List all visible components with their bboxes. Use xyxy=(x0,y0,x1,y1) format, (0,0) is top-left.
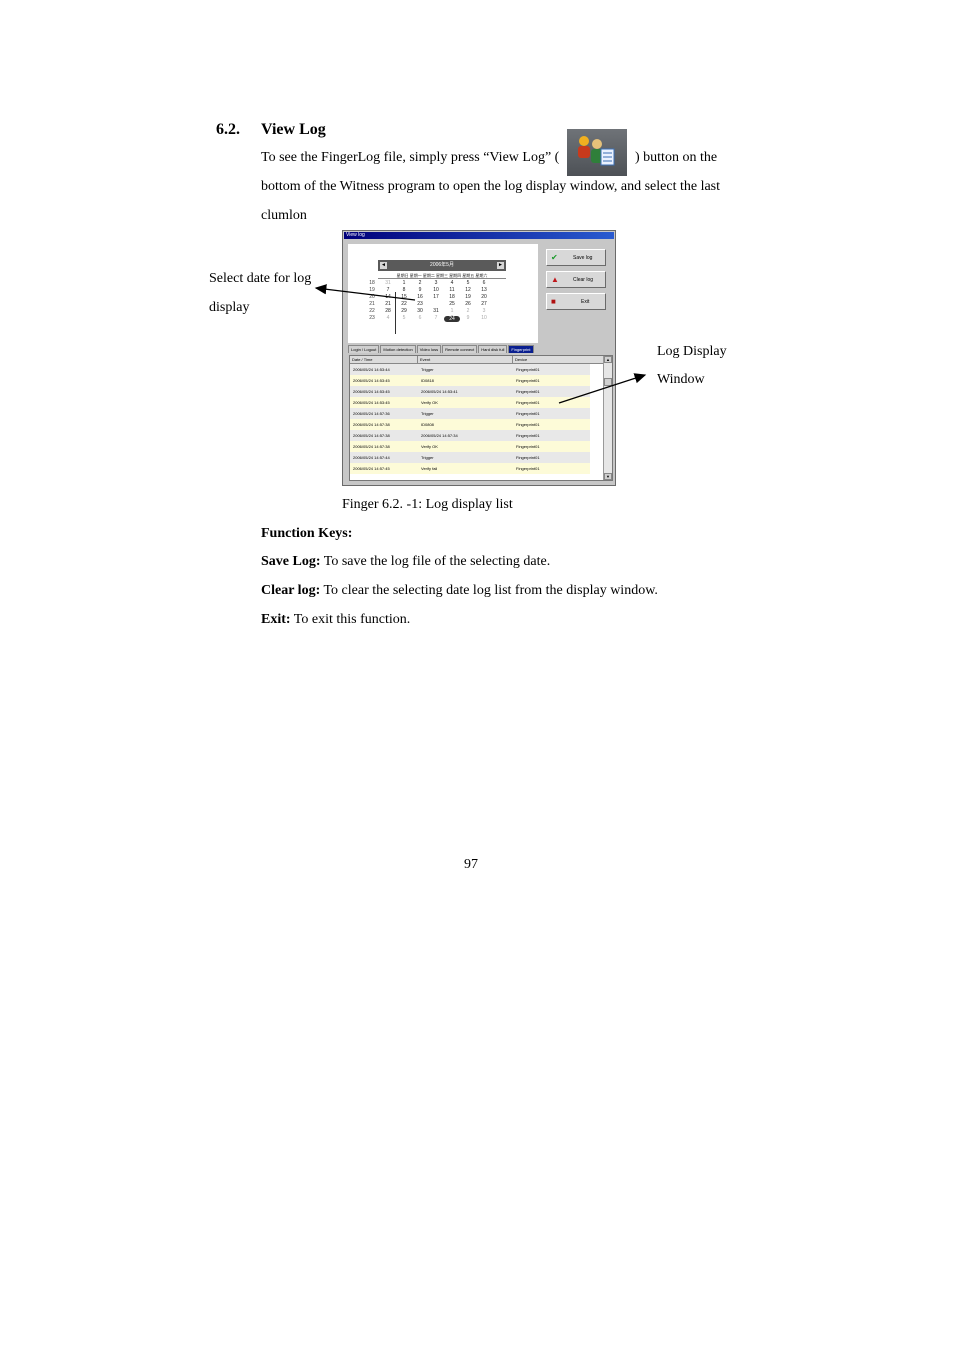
figure-caption: Finger 6.2. -1: Log display list xyxy=(342,497,513,512)
clear-log-term: Clear log: xyxy=(261,583,321,598)
exit-description: Exit: To exit this function. xyxy=(261,613,410,627)
arrow-to-calendar xyxy=(314,284,416,301)
arrow-to-log-window xyxy=(558,373,647,404)
save-log-text: To save the log file of the selecting da… xyxy=(320,554,551,569)
page-number: 97 xyxy=(464,857,478,872)
save-log-term: Save Log: xyxy=(261,554,321,569)
exit-text: To exit this function. xyxy=(290,612,411,627)
exit-term: Exit: xyxy=(261,612,291,627)
clear-log-text: To clear the selecting date log list fro… xyxy=(320,583,658,598)
save-log-description: Save Log: To save the log file of the se… xyxy=(261,555,550,569)
callout-arrows xyxy=(314,284,647,404)
function-keys-heading: Function Keys: xyxy=(261,526,353,541)
clear-log-description: Clear log: To clear the selecting date l… xyxy=(261,584,658,598)
